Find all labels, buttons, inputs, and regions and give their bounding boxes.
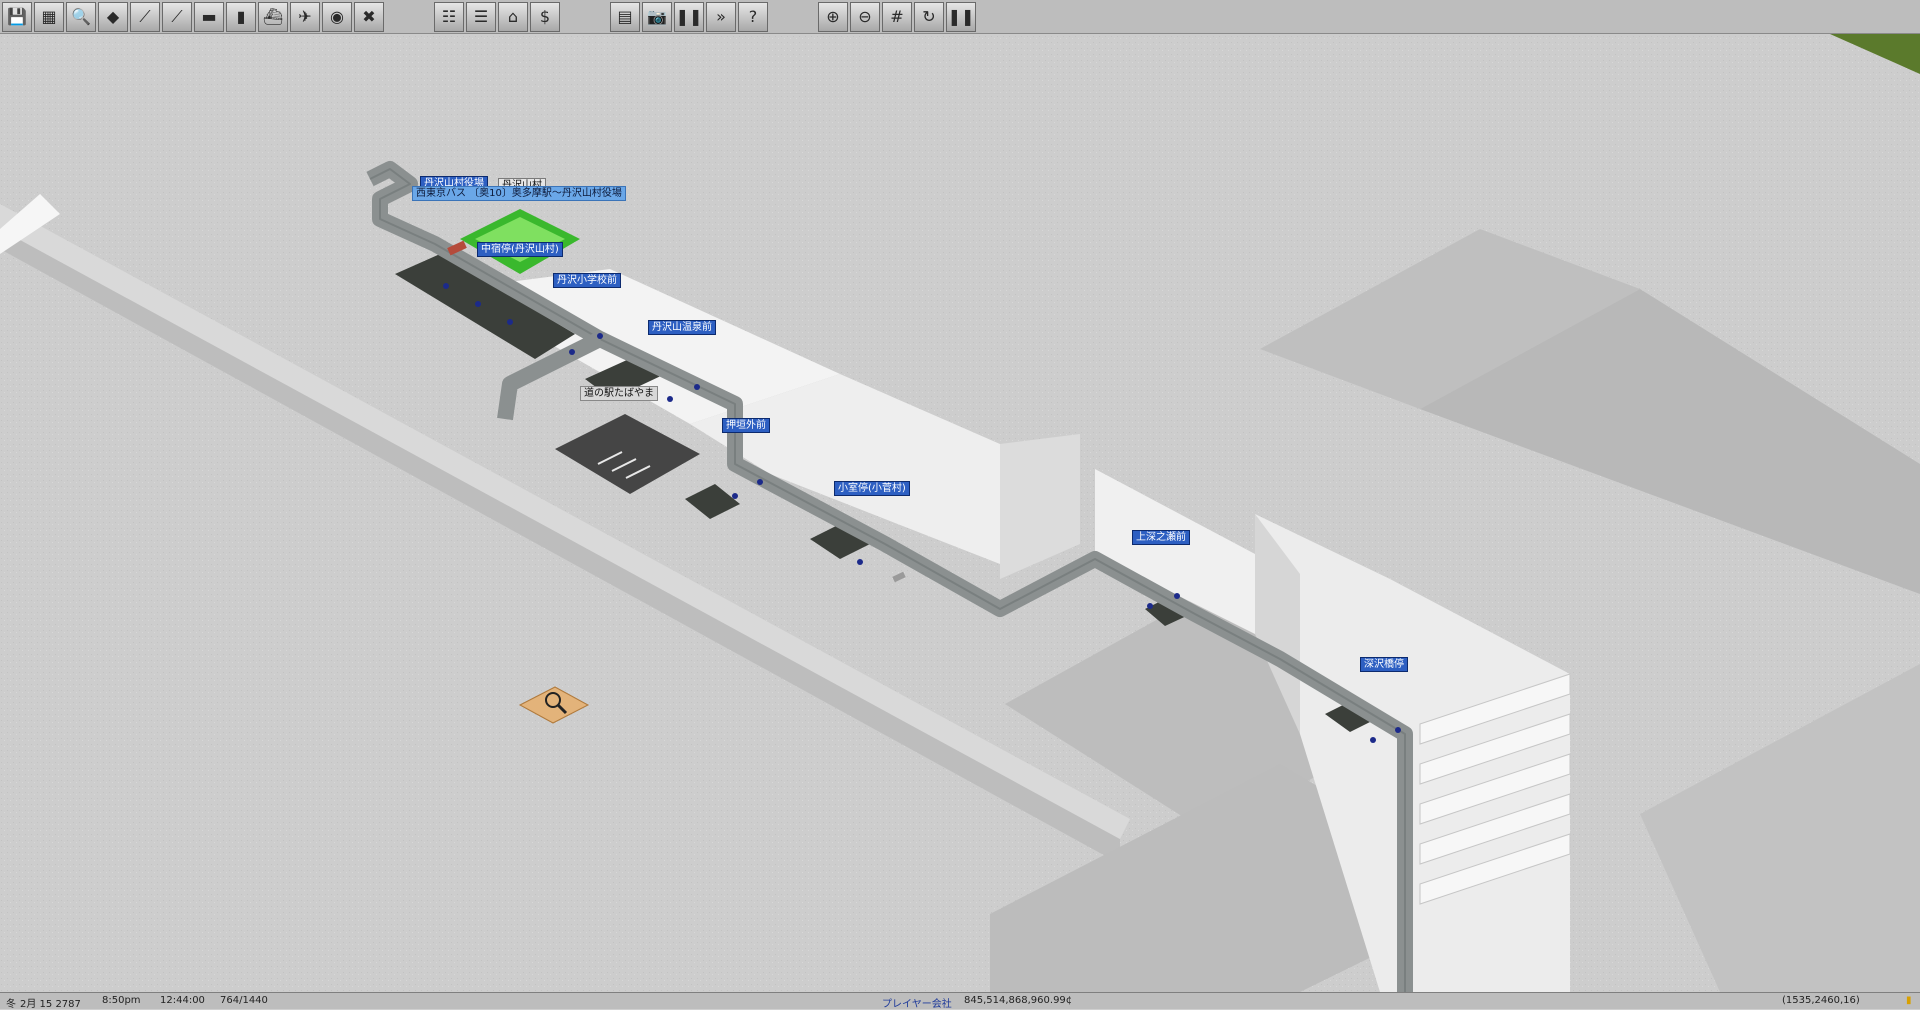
- map-label-road-sta[interactable]: 道の駅たばやま: [580, 386, 658, 401]
- pause-icon[interactable]: ❚❚: [674, 1, 704, 32]
- status-clock: 8:50pm: [102, 995, 141, 1006]
- map-label-stop[interactable]: 小室停(小菅村): [834, 481, 910, 496]
- map-label-stop[interactable]: 丹沢山温泉前: [648, 320, 716, 335]
- monorail-icon[interactable]: ⟋: [162, 1, 192, 32]
- rotate-icon[interactable]: ↻: [914, 1, 944, 32]
- ship-icon[interactable]: ⛴: [258, 1, 288, 32]
- help-icon[interactable]: ?: [738, 1, 768, 32]
- status-season: 冬: [6, 999, 16, 1010]
- status-coords: (1535,2460,16): [1782, 995, 1860, 1006]
- map-label-stop[interactable]: 深沢橋停: [1360, 657, 1408, 672]
- game-map-viewport[interactable]: [0, 34, 1920, 992]
- map-label-stop[interactable]: 丹沢小学校前: [553, 273, 621, 288]
- zoom-in-icon[interactable]: ⊕: [818, 1, 848, 32]
- special-icon[interactable]: ◉: [322, 1, 352, 32]
- status-progress: 764/1440: [220, 995, 268, 1006]
- status-bar: 冬 2月 15 2787 8:50pm 12:44:00 764/1440 プレ…: [0, 992, 1920, 1010]
- zoom-out-icon[interactable]: ⊖: [850, 1, 880, 32]
- status-lock-icon: ▮: [1906, 995, 1912, 1006]
- depot-icon[interactable]: ⌂: [498, 1, 528, 32]
- grid-icon[interactable]: #: [882, 1, 912, 32]
- map-label-stop[interactable]: 押垣外前: [722, 418, 770, 433]
- map-label-stop[interactable]: 上深之瀬前: [1132, 530, 1190, 545]
- fast-forward-icon[interactable]: »: [706, 1, 736, 32]
- status-elapsed: 12:44:00: [160, 995, 205, 1006]
- list-icon[interactable]: ☰: [466, 1, 496, 32]
- main-toolbar: 💾 ▦ 🔍 ◆ ⟋ ⟋ ▬ ▮ ⛴ ✈ ◉ ✖ ☷ ☰ ⌂ $ ▤ 📷 ❚❚»? ⊕ ⊖ # ↻ ❚❚: [0, 0, 1920, 34]
- map-icon[interactable]: ▦: [34, 1, 64, 32]
- remove-icon[interactable]: ✖: [354, 1, 384, 32]
- screenshot-icon[interactable]: 📷: [642, 1, 672, 32]
- bus-icon[interactable]: ▬: [194, 1, 224, 32]
- rail-icon[interactable]: ⟋: [130, 1, 160, 32]
- truck-icon[interactable]: ▮: [226, 1, 256, 32]
- magnifier-icon[interactable]: 🔍: [66, 1, 96, 32]
- map-label-line[interactable]: 西東京バス 〔奥10〕奥多摩駅～丹沢山村役場: [412, 186, 626, 201]
- status-money: 845,514,868,960.99¢: [964, 995, 1073, 1006]
- minimap-icon[interactable]: ▤: [610, 1, 640, 32]
- pause2-icon[interactable]: ❚❚: [946, 1, 976, 32]
- line-management-icon[interactable]: ☷: [434, 1, 464, 32]
- save-icon[interactable]: 💾: [2, 1, 32, 32]
- finance-icon[interactable]: $: [530, 1, 560, 32]
- status-date: 2月 15 2787: [20, 999, 81, 1010]
- map-label-stop[interactable]: 中宿停(丹沢山村): [477, 242, 563, 257]
- status-player: プレイヤー会社: [882, 999, 952, 1010]
- terrain-icon[interactable]: ◆: [98, 1, 128, 32]
- airplane-icon[interactable]: ✈: [290, 1, 320, 32]
